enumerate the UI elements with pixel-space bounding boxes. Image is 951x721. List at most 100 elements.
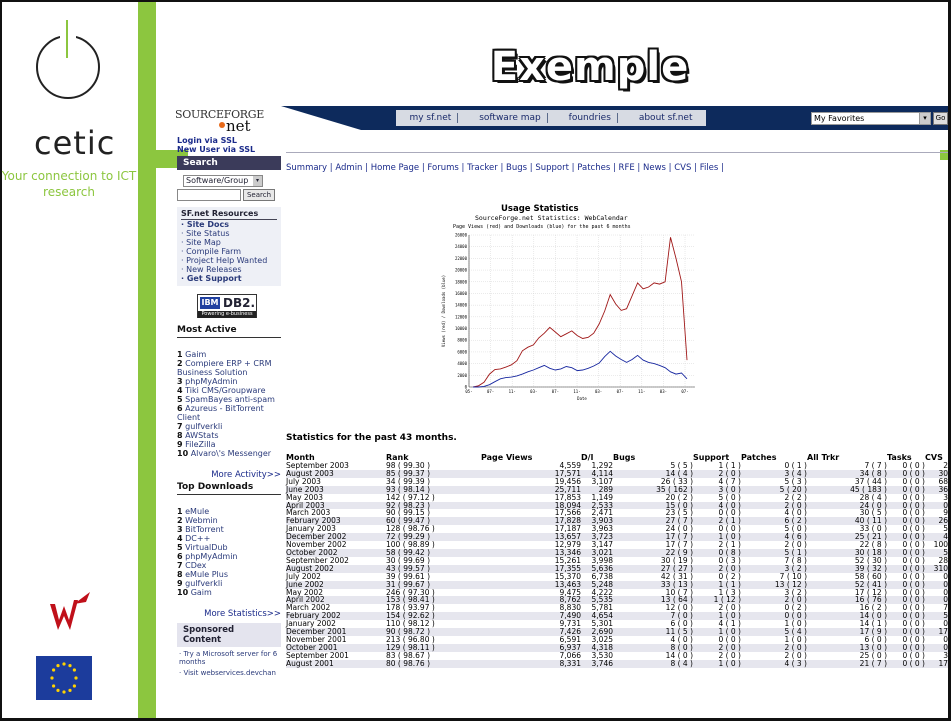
list-item[interactable]: 3 phpMyAdmin bbox=[177, 377, 281, 386]
most-active-list: 1 Gaim 2 Compiere ERP + CRM Business Sol… bbox=[177, 350, 281, 458]
cetic-wordmark: cetic bbox=[34, 124, 116, 162]
chevron-down-icon[interactable]: ▾ bbox=[919, 112, 931, 125]
cell-bugs: 8 ( 4 ) bbox=[613, 659, 693, 668]
rank-number: 8 bbox=[177, 570, 183, 579]
list-item[interactable]: 3 BitTorrent bbox=[177, 525, 281, 534]
sourceforge-screenshot: SOURCEFORGE net my sf.net software map f… bbox=[171, 106, 948, 718]
rank-number: 2 bbox=[177, 359, 183, 368]
list-item[interactable]: 4 Tiki CMS/Groupware bbox=[177, 386, 281, 395]
list-item[interactable]: 5 VirtualDub bbox=[177, 543, 281, 552]
y-tick-label: 26000 bbox=[455, 233, 468, 238]
stats-body: September 2003 98 ( 99.30 ) 4,559 1,292 5 ( … bbox=[286, 462, 948, 668]
rank-number: 6 bbox=[177, 404, 183, 413]
nav-foundries[interactable]: foundries bbox=[563, 113, 618, 123]
list-item[interactable]: 2 Webmin bbox=[177, 516, 281, 525]
cetic-tagline: Your connection to ICT research bbox=[1, 169, 137, 199]
w-logo-icon bbox=[50, 592, 90, 630]
resources-box: SF.net Resources · Site Docs · Site Stat… bbox=[177, 207, 281, 286]
search-scope-value: Software/Group bbox=[186, 176, 249, 185]
sf-top-nav: my sf.net software map foundries about s… bbox=[396, 110, 706, 126]
rank-number: 9 bbox=[177, 440, 183, 449]
nav-software-map[interactable]: software map bbox=[473, 113, 548, 123]
resource-get-support[interactable]: · Get Support bbox=[181, 274, 277, 283]
y-tick-label: 14000 bbox=[455, 303, 468, 308]
ibm-db2-banner[interactable]: IBM DB2. Powering e-business bbox=[197, 294, 257, 318]
search-scope-select[interactable]: Software/Group ▾ bbox=[183, 175, 263, 187]
resource-compile-farm[interactable]: · Compile Farm bbox=[181, 247, 277, 256]
y-tick-label: 10000 bbox=[455, 326, 468, 331]
more-activity-link[interactable]: More Activity>> bbox=[177, 470, 281, 480]
slide-left-border bbox=[0, 0, 2, 721]
search-row: Search bbox=[177, 189, 281, 201]
nav-my-sf[interactable]: my sf.net bbox=[403, 113, 459, 123]
resource-site-docs[interactable]: · Site Docs bbox=[181, 220, 277, 229]
sponsored-item[interactable]: · Visit webservices.devchan bbox=[177, 669, 281, 677]
y-axis-label: Views (red) / Downloads (blue) bbox=[441, 275, 446, 347]
list-item[interactable]: 9 FileZilla bbox=[177, 440, 281, 449]
sponsored-heading: Sponsored Content bbox=[177, 623, 281, 647]
downloads-line bbox=[473, 350, 688, 388]
project-name: Tiki CMS/Groupware bbox=[185, 386, 266, 395]
tab-files[interactable]: Files bbox=[700, 163, 719, 173]
new-user-link[interactable]: New User via SSL bbox=[177, 145, 281, 154]
list-item[interactable]: 10 Gaim bbox=[177, 588, 281, 597]
tab-news[interactable]: News bbox=[643, 163, 666, 173]
favorites-select[interactable]: My Favorites bbox=[811, 112, 927, 125]
sf-logo[interactable]: SOURCEFORGE bbox=[175, 108, 264, 121]
tab-tracker[interactable]: Tracker bbox=[467, 163, 498, 173]
tab-cvs[interactable]: CVS bbox=[674, 163, 691, 173]
rank-number: 1 bbox=[177, 350, 183, 359]
list-item[interactable]: 2 Compiere ERP + CRM Business Solution bbox=[177, 359, 281, 377]
list-item[interactable]: 10 Alvaro\'s Messenger bbox=[177, 449, 281, 458]
list-item[interactable]: 8 eMule Plus bbox=[177, 570, 281, 579]
go-button[interactable]: Go bbox=[933, 112, 948, 125]
x-tick-label: 05- bbox=[465, 389, 472, 394]
tab-forums[interactable]: Forums bbox=[427, 163, 458, 173]
search-button[interactable]: Search bbox=[243, 189, 275, 201]
tab-patches[interactable]: Patches bbox=[577, 163, 610, 173]
list-item[interactable]: 7 CDex bbox=[177, 561, 281, 570]
tab-home-page[interactable]: Home Page bbox=[371, 163, 419, 173]
tab-bugs[interactable]: Bugs bbox=[506, 163, 527, 173]
more-statistics-link[interactable]: More Statistics>> bbox=[177, 609, 281, 619]
project-name: VirtualDub bbox=[185, 543, 228, 552]
x-tick-label: 11- bbox=[573, 389, 580, 394]
x-tick-label: 03- bbox=[660, 389, 667, 394]
resource-site-map[interactable]: · Site Map bbox=[181, 238, 277, 247]
project-name: Gaim bbox=[185, 350, 207, 359]
list-item[interactable]: 8 AWStats bbox=[177, 431, 281, 440]
search-heading: Search bbox=[177, 156, 281, 170]
main-separator bbox=[286, 152, 948, 153]
stats-heading: Statistics for the past 43 months. bbox=[286, 433, 457, 443]
tab-summary[interactable]: Summary bbox=[286, 163, 327, 173]
resource-new-releases[interactable]: · New Releases bbox=[181, 265, 277, 274]
rank-number: 7 bbox=[177, 561, 183, 570]
search-input[interactable] bbox=[177, 189, 241, 201]
login-ssl-link[interactable]: Login via SSL bbox=[177, 136, 281, 145]
nav-about[interactable]: about sf.net bbox=[633, 113, 699, 123]
rank-number: 3 bbox=[177, 377, 183, 386]
project-name: gulfverkli bbox=[185, 422, 223, 431]
sponsored-item[interactable]: · Try a Microsoft server for 6 months bbox=[177, 650, 281, 666]
ibm-slogan: Powering e-business bbox=[198, 311, 256, 318]
project-name: eMule bbox=[185, 507, 210, 516]
list-item[interactable]: 1 eMule bbox=[177, 507, 281, 516]
list-item[interactable]: 6 phpMyAdmin bbox=[177, 552, 281, 561]
list-item[interactable]: 6 Azureus - BitTorrent Client bbox=[177, 404, 281, 422]
resource-help-wanted[interactable]: · Project Help Wanted bbox=[181, 256, 277, 265]
resource-site-status[interactable]: · Site Status bbox=[181, 229, 277, 238]
tab-admin[interactable]: Admin bbox=[335, 163, 362, 173]
list-item[interactable]: 9 gulfverkli bbox=[177, 579, 281, 588]
list-item[interactable]: 4 DC++ bbox=[177, 534, 281, 543]
y-tick-label: 20000 bbox=[455, 268, 468, 273]
rank-number: 5 bbox=[177, 395, 183, 404]
list-item[interactable]: 7 gulfverkli bbox=[177, 422, 281, 431]
cetic-ring-icon bbox=[36, 35, 100, 99]
list-item[interactable]: 1 Gaim bbox=[177, 350, 281, 359]
cell-patches: 4 ( 3 ) bbox=[741, 659, 807, 668]
tab-rfe[interactable]: RFE bbox=[619, 163, 635, 173]
project-name: AWStats bbox=[185, 431, 219, 440]
project-tabs: Summary | Admin | Home Page | Forums | T… bbox=[286, 163, 724, 173]
tab-support[interactable]: Support bbox=[535, 163, 569, 173]
list-item[interactable]: 5 SpamBayes anti-spam bbox=[177, 395, 281, 404]
